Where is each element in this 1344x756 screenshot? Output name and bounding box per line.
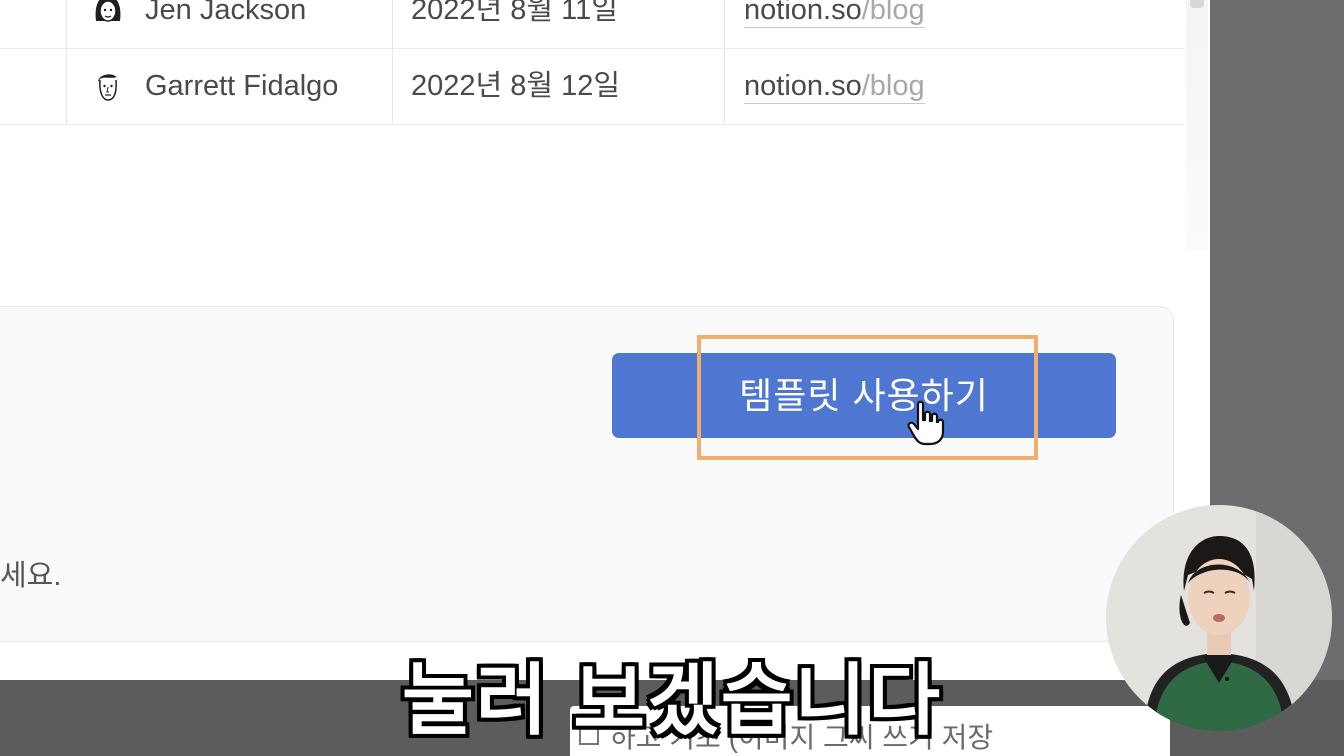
column-divider — [392, 48, 393, 124]
woman-avatar-icon — [90, 0, 126, 28]
date-cell: 2022년 8월 12일 — [411, 70, 621, 102]
link-path: /blog — [861, 70, 925, 102]
link-domain: notion.so — [744, 70, 862, 102]
scrollbar[interactable] — [1186, 0, 1208, 250]
column-divider — [66, 0, 67, 48]
link-domain: notion.so — [744, 0, 862, 26]
scroll-thumb[interactable] — [1190, 0, 1204, 8]
blog-link[interactable]: notion.so/blog — [744, 0, 925, 48]
column-divider — [66, 48, 67, 124]
column-divider — [392, 0, 393, 48]
man-avatar-icon — [90, 68, 126, 104]
presenter-image — [1106, 505, 1332, 731]
column-divider — [724, 48, 725, 124]
presenter-webcam — [1106, 505, 1332, 731]
blog-link[interactable]: notion.so/blog — [744, 48, 925, 124]
link-path: /blog — [861, 0, 925, 26]
focus-highlight-box — [697, 335, 1038, 460]
table-row[interactable]: Garrett Fidalgo 2022년 8월 12일 notion.so/b… — [0, 48, 1184, 125]
author-name: Garrett Fidalgo — [145, 70, 339, 102]
notion-template-preview: Jen Jackson 2022년 8월 11일 notion.so/blog … — [0, 0, 1210, 680]
hand-cursor-icon — [907, 400, 945, 446]
date-cell: 2022년 8월 11일 — [411, 0, 618, 26]
author-name: Jen Jackson — [145, 0, 307, 26]
column-divider — [724, 0, 725, 48]
panel-description-partial: 세요. — [0, 560, 62, 592]
table-row[interactable]: Jen Jackson 2022년 8월 11일 notion.so/blog — [0, 0, 1184, 49]
